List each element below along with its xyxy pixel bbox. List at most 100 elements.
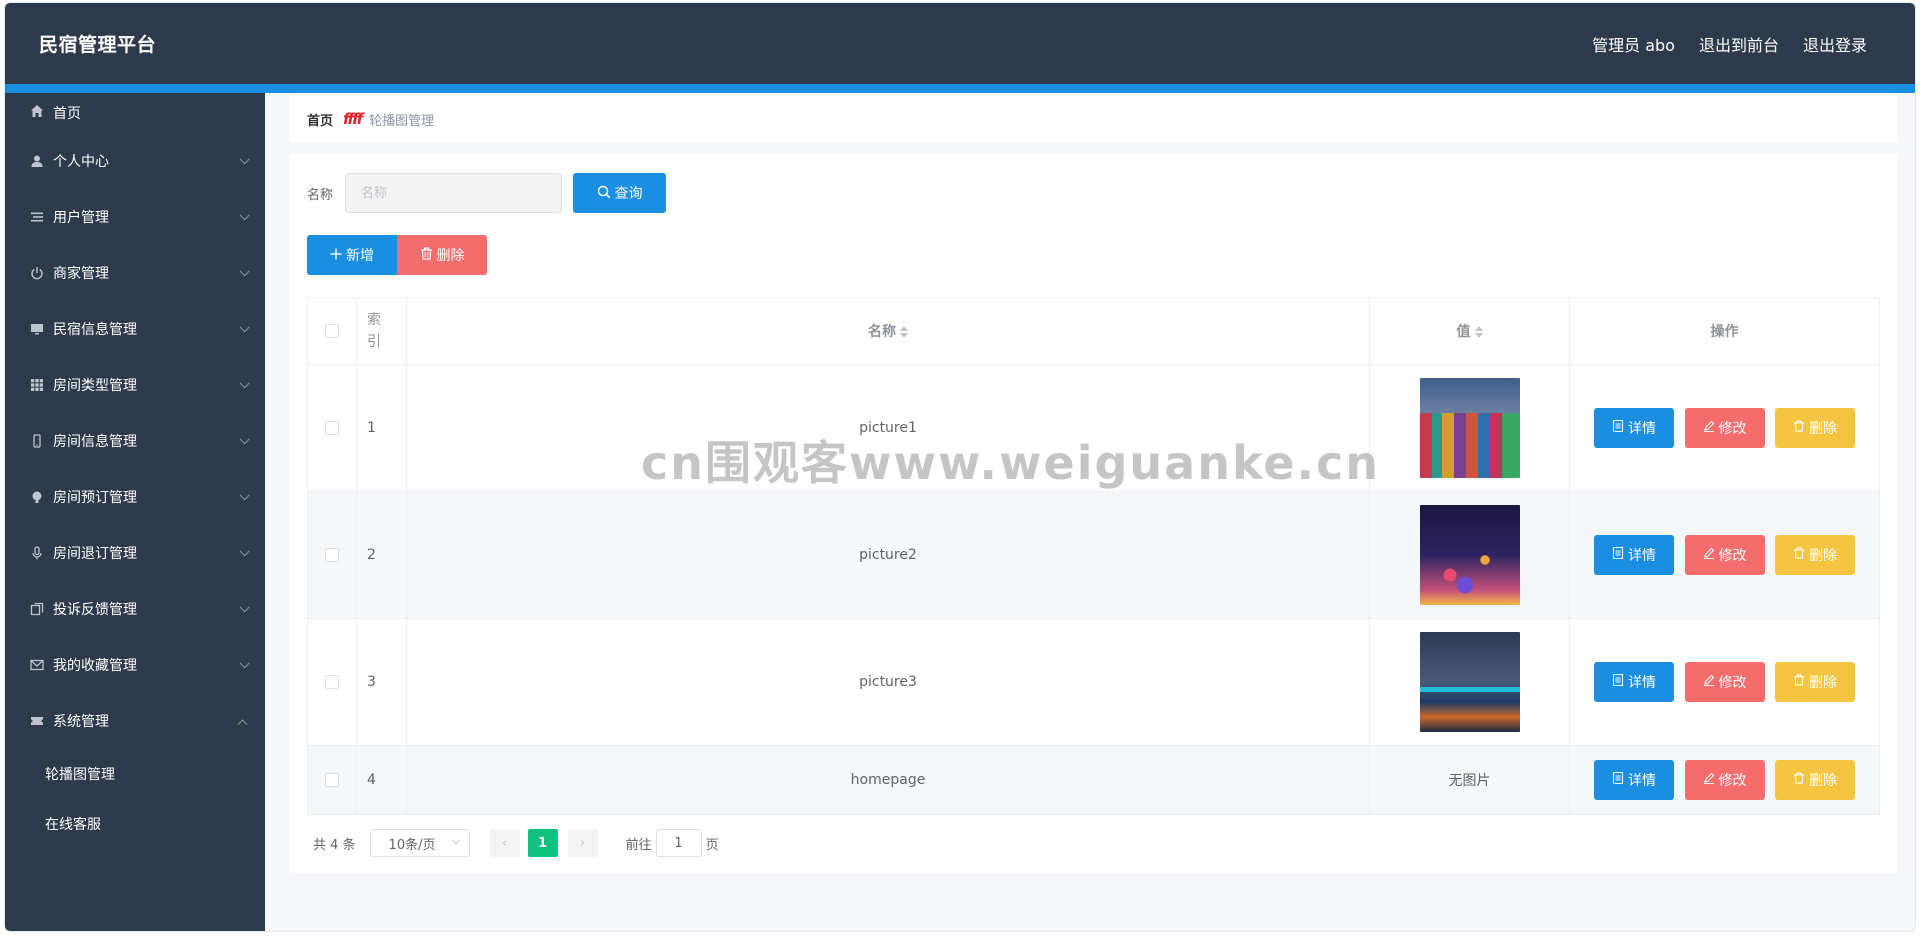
chevron-down-icon <box>237 433 250 446</box>
query-button-label: 查询 <box>614 186 643 202</box>
chevron-up-icon <box>237 716 247 729</box>
sidebar-item-room-info[interactable]: 房间信息管理 <box>5 413 265 469</box>
mail-icon <box>29 657 45 673</box>
sidebar-item-label: 系统管理 <box>53 714 109 730</box>
sidebar-item-room-booking[interactable]: 房间预订管理 <box>5 469 265 525</box>
delete-button[interactable]: 删除 <box>1774 535 1855 575</box>
chevron-down-icon <box>237 545 250 558</box>
sidebar-item-room-types[interactable]: 房间类型管理 <box>5 357 265 413</box>
chevron-down-icon <box>451 835 460 845</box>
sidebar-subitem-carousel[interactable]: 轮播图管理 <box>5 749 265 799</box>
row-checkbox[interactable] <box>324 773 339 787</box>
sidebar-item-complaints[interactable]: 投诉反馈管理 <box>5 581 265 637</box>
document-icon <box>1612 419 1624 436</box>
column-header-value[interactable]: 值 <box>1369 297 1570 365</box>
sidebar-item-users[interactable]: 用户管理 <box>5 189 265 245</box>
row-select-cell <box>307 618 357 746</box>
sidebar-item-room-cancel[interactable]: 房间退订管理 <box>5 525 265 581</box>
row-name: picture2 <box>405 491 1371 619</box>
sidebar-item-label: 房间信息管理 <box>53 434 137 450</box>
add-button[interactable]: 新增 <box>307 235 397 275</box>
name-search-input[interactable] <box>345 173 563 213</box>
list-icon <box>29 209 45 225</box>
table-row: 1 picture1 详情 修改 删除 <box>307 364 1880 492</box>
row-checkbox[interactable] <box>324 548 339 562</box>
sidebar-item-label: 房间预订管理 <box>53 490 137 506</box>
sort-icon[interactable] <box>900 326 908 338</box>
sidebar-item-homestay-info[interactable]: 民宿信息管理 <box>5 301 265 357</box>
edit-button[interactable]: 修改 <box>1684 662 1765 702</box>
sidebar-item-label: 民宿信息管理 <box>53 322 137 338</box>
admin-user-link[interactable]: 管理员 abo <box>1592 32 1675 56</box>
row-select-cell <box>307 745 357 815</box>
query-button[interactable]: 查询 <box>573 173 667 213</box>
delete-button[interactable]: 删除 <box>1774 662 1855 702</box>
main-card: 名称 查询 新增 删除 <box>289 153 1897 873</box>
detail-button[interactable]: 详情 <box>1594 760 1675 800</box>
chevron-left-icon: ‹ <box>501 835 508 851</box>
page-jumper: 前往 页 <box>626 829 719 857</box>
row-operations: 详情 修改 删除 <box>1569 618 1880 746</box>
page-number-current[interactable]: 1 <box>527 829 558 857</box>
row-index: 1 <box>355 364 407 492</box>
edit-button[interactable]: 修改 <box>1684 408 1765 448</box>
sidebar-item-label: 商家管理 <box>53 266 109 282</box>
detail-button[interactable]: 详情 <box>1594 408 1675 448</box>
sidebar-item-system[interactable]: 系统管理 <box>5 693 265 749</box>
pagination-total: 共 4 条 <box>313 837 356 853</box>
detail-button[interactable]: 详情 <box>1594 662 1675 702</box>
column-header-name[interactable]: 名称 <box>405 297 1371 365</box>
top-header: 民宿管理平台 管理员 abo 退出到前台 退出登录 <box>5 3 1915 84</box>
document-icon <box>1612 771 1624 788</box>
bulb-icon <box>29 489 45 505</box>
edit-icon <box>1703 547 1715 563</box>
sidebar-item-merchants[interactable]: 商家管理 <box>5 245 265 301</box>
search-form: 名称 查询 <box>307 173 667 213</box>
batch-delete-button-label: 删除 <box>436 248 465 264</box>
edit-icon <box>1703 674 1715 690</box>
document-icon <box>1612 546 1624 563</box>
delete-button[interactable]: 删除 <box>1774 760 1855 800</box>
row-operations: 详情 修改 删除 <box>1569 491 1880 619</box>
carousel-thumbnail[interactable] <box>1419 505 1520 605</box>
row-checkbox[interactable] <box>324 421 339 435</box>
row-operations: 详情 修改 删除 <box>1569 364 1880 492</box>
copy-icon <box>29 601 45 617</box>
row-checkbox[interactable] <box>324 675 339 689</box>
goto-page-input[interactable] <box>655 829 702 857</box>
chevron-down-icon <box>237 657 250 670</box>
chevron-down-icon <box>237 601 250 614</box>
detail-button[interactable]: 详情 <box>1594 535 1675 575</box>
select-all-checkbox[interactable] <box>324 324 339 338</box>
sidebar-item-favorites[interactable]: 我的收藏管理 <box>5 637 265 693</box>
sidebar-item-label: 房间退订管理 <box>53 546 137 562</box>
edit-button[interactable]: 修改 <box>1684 535 1765 575</box>
page-suffix: 页 <box>705 837 719 853</box>
row-index: 4 <box>355 745 407 815</box>
row-name: picture3 <box>405 618 1371 746</box>
sidebar-item-label: 投诉反馈管理 <box>53 602 137 618</box>
exit-to-front-link[interactable]: 退出到前台 <box>1699 32 1779 56</box>
sidebar-item-profile[interactable]: 个人中心 <box>5 133 265 189</box>
no-image-text: 无图片 <box>1448 773 1491 789</box>
row-operations: 详情 修改 删除 <box>1569 745 1880 815</box>
sidebar-item-home[interactable]: 首页 <box>5 93 265 133</box>
carousel-thumbnail[interactable] <box>1419 378 1520 478</box>
sort-icon[interactable] <box>1474 326 1483 338</box>
carousel-thumbnail[interactable] <box>1419 632 1520 732</box>
next-page-button[interactable]: › <box>567 829 598 857</box>
sidebar-subitem-online-service[interactable]: 在线客服 <box>5 799 265 849</box>
batch-delete-button[interactable]: 删除 <box>397 235 487 275</box>
trash-icon <box>1793 674 1805 690</box>
breadcrumb-home[interactable]: 首页 <box>307 110 333 129</box>
delete-button[interactable]: 删除 <box>1774 408 1855 448</box>
trash-icon <box>1793 420 1805 436</box>
goto-label: 前往 <box>625 837 652 853</box>
edit-button[interactable]: 修改 <box>1684 760 1765 800</box>
chevron-down-icon <box>237 153 250 166</box>
page-size-select[interactable]: 10条/页 <box>369 829 470 857</box>
sidebar-item-label: 个人中心 <box>53 154 109 170</box>
prev-page-button[interactable]: ‹ <box>489 829 520 857</box>
sidebar-item-label: 首页 <box>53 106 81 122</box>
logout-link[interactable]: 退出登录 <box>1803 32 1867 56</box>
